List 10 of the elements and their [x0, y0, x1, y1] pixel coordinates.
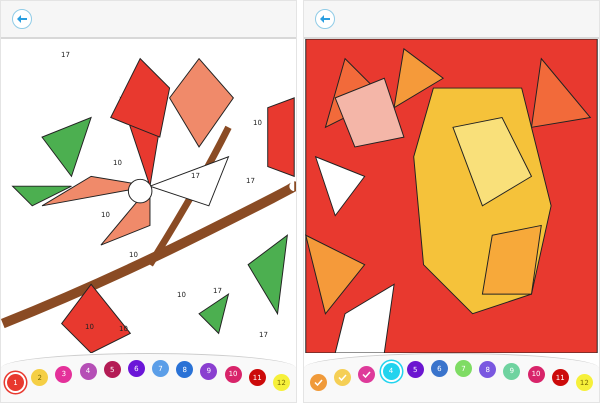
- back-button[interactable]: [315, 9, 335, 29]
- check-icon: [314, 379, 323, 386]
- color-swatch[interactable]: [310, 374, 327, 391]
- color-swatch[interactable]: [358, 366, 376, 383]
- check-icon: [338, 374, 348, 382]
- back-arrow-icon: [17, 15, 27, 23]
- back-arrow-icon: [320, 15, 330, 23]
- check-icon: [362, 370, 372, 378]
- color-swatch[interactable]: [334, 369, 352, 386]
- back-button[interactable]: [12, 9, 32, 29]
